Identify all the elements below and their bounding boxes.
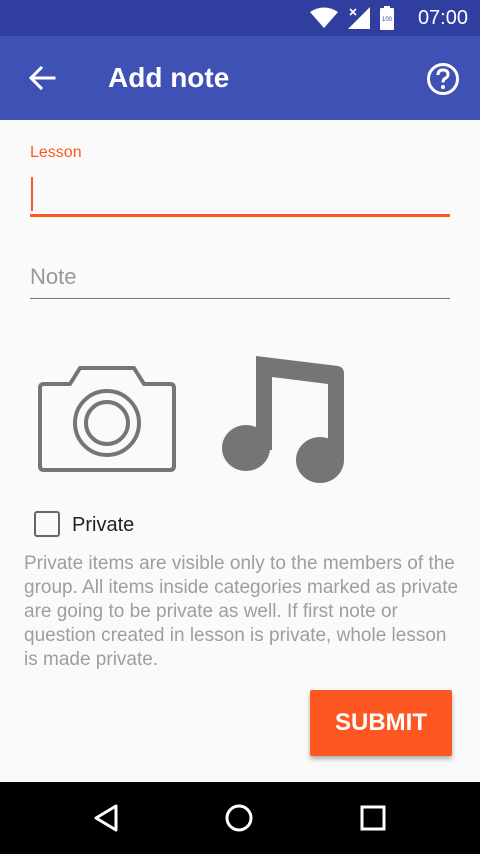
music-note-icon[interactable] [220,350,350,486]
page-title: Add note [108,62,230,93]
battery-level: 100 [382,17,393,23]
private-checkbox[interactable] [34,511,60,537]
battery-icon: 100 [380,6,394,30]
text-cursor [31,177,33,211]
status-bar: 100 07:00 [0,0,480,36]
cell-signal-icon [348,7,370,29]
lesson-label: Lesson [30,144,82,161]
nav-back-icon[interactable] [90,802,122,834]
submit-button[interactable]: SUBMIT [310,690,452,756]
private-label: Private [72,514,135,536]
back-arrow-icon[interactable] [24,60,60,96]
status-time: 07:00 [417,7,468,29]
lesson-input[interactable] [30,174,450,217]
wifi-icon [310,7,338,28]
help-icon[interactable] [426,62,460,96]
app-bar: Add note [0,36,480,120]
note-input[interactable] [30,256,450,299]
private-help-text: Private items are visible only to the me… [24,553,459,670]
camera-icon[interactable] [36,360,178,476]
navigation-bar [0,782,480,854]
nav-home-icon[interactable] [223,802,255,834]
status-icons: 100 [310,6,394,30]
nav-recents-icon[interactable] [357,802,389,834]
